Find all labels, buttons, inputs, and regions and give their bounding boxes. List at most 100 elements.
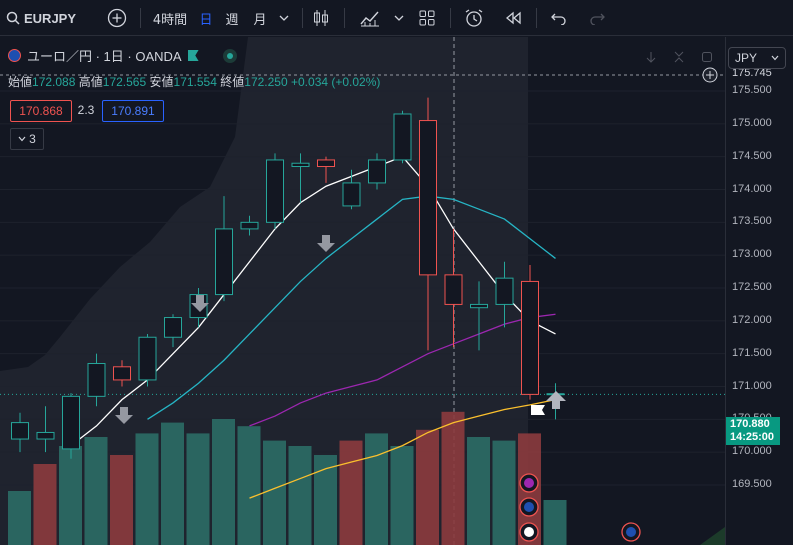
candle-body xyxy=(393,113,412,161)
last-price-label: 170.880 14:25:00 xyxy=(726,417,780,445)
candle-body xyxy=(62,395,80,450)
rewind-icon xyxy=(505,11,521,25)
volume-bar xyxy=(390,446,414,545)
buy-price-button[interactable]: 170.891 xyxy=(102,100,164,122)
volume-bar xyxy=(84,437,108,545)
interval-4h[interactable]: 4時間 xyxy=(150,0,190,36)
candle-body xyxy=(11,422,29,440)
candle-body xyxy=(164,317,182,338)
candle-body xyxy=(521,280,539,395)
candle-body xyxy=(266,159,284,223)
redo-icon xyxy=(590,13,605,25)
volume-bar xyxy=(161,422,184,545)
indicators-icon xyxy=(360,11,379,27)
symbol-name: EURJPY xyxy=(24,10,77,26)
volume-bar xyxy=(59,446,82,545)
low-label: 安値 xyxy=(149,75,174,89)
maximize-pane-button[interactable] xyxy=(700,50,714,64)
price-tick-label: 170.000 xyxy=(732,445,772,458)
volume-bar xyxy=(186,433,210,545)
candle-body xyxy=(470,303,488,309)
arrow-down-icon xyxy=(646,52,656,63)
add-price-button[interactable] xyxy=(701,66,719,84)
chevron-down-icon xyxy=(18,136,26,142)
interval-week[interactable]: 週 xyxy=(222,0,242,36)
change-value: +0.034 (+0.02%) xyxy=(291,75,381,89)
open-value: 172.088 xyxy=(32,75,76,89)
close-value: 172.250 xyxy=(244,75,288,89)
price-tick-label: 175.000 xyxy=(732,116,772,129)
toolbar-divider xyxy=(450,8,451,28)
redo-button[interactable] xyxy=(586,0,608,36)
scroll-down-button[interactable] xyxy=(644,50,658,64)
chevron-down-icon xyxy=(394,15,404,21)
candle-body xyxy=(495,277,514,305)
candle-body xyxy=(444,274,463,305)
volume-bar xyxy=(441,411,465,545)
indicators-collapse-button[interactable]: 3 xyxy=(10,128,44,150)
toolbar-divider xyxy=(140,8,141,28)
volume-bar xyxy=(212,419,235,545)
interval-dropdown[interactable] xyxy=(276,0,292,36)
chevron-down-icon xyxy=(771,55,779,61)
toolbar-divider xyxy=(536,8,537,28)
price-tick-label: 174.500 xyxy=(732,149,772,162)
volume-bar xyxy=(416,429,439,545)
high-label: 高値 xyxy=(78,75,103,89)
candle-body xyxy=(215,228,233,296)
interval-month[interactable]: 月 xyxy=(250,0,270,36)
candle-body xyxy=(419,120,437,276)
volume-bar xyxy=(339,440,363,545)
candle-body xyxy=(342,182,361,207)
toolbar-divider xyxy=(344,8,345,28)
lightning-icon-center xyxy=(524,478,534,488)
candle-body xyxy=(317,159,335,168)
currency-selector[interactable]: JPY xyxy=(728,47,786,69)
symbol-search[interactable]: EURJPY xyxy=(6,0,82,36)
price-tick-label: 174.000 xyxy=(732,182,772,195)
candle-body xyxy=(87,363,106,397)
candle-body xyxy=(36,431,55,440)
eu-event-icon-center xyxy=(626,527,636,537)
price-tick-label: 172.500 xyxy=(732,281,772,293)
volume-bar xyxy=(33,464,57,545)
layout-button[interactable] xyxy=(416,0,438,36)
undo-button[interactable] xyxy=(548,0,570,36)
volume-bar xyxy=(288,446,312,545)
candle-body xyxy=(113,366,131,381)
chart-legend-header: ユーロ／円 · 1日 · OANDA xyxy=(8,46,237,65)
indicators-button[interactable] xyxy=(358,0,382,36)
replay-button[interactable] xyxy=(502,0,524,36)
collapse-pane-button[interactable] xyxy=(672,50,686,64)
price-tick-label: 171.500 xyxy=(732,346,772,359)
indicators-dropdown[interactable] xyxy=(392,0,406,36)
price-axis[interactable]: JPY 175.500 175.000 174.500 174.000 173.500 1… xyxy=(725,37,793,545)
compare-button[interactable] xyxy=(106,0,128,36)
jp-event-icon-center xyxy=(524,527,534,537)
spread-value: 2.3 xyxy=(77,103,95,117)
top-price-label: 175.745 xyxy=(732,69,772,79)
sell-price-button[interactable]: 170.868 xyxy=(10,100,72,122)
currency-label: JPY xyxy=(735,51,758,65)
volume-bar xyxy=(543,500,567,545)
ohlc-legend: 始値172.088 高値172.565 安値171.554 終値172.250 … xyxy=(8,73,380,90)
last-price-value: 170.880 xyxy=(730,418,770,430)
volume-bar xyxy=(492,440,516,545)
candle-body xyxy=(138,336,157,381)
chart-type-button[interactable] xyxy=(310,0,332,36)
volume-bar xyxy=(263,440,286,545)
volume-bar xyxy=(237,426,261,545)
symbol-title: ユーロ／円 · 1日 · OANDA xyxy=(27,49,182,64)
interval-day[interactable]: 日 xyxy=(196,0,216,36)
candles-icon xyxy=(314,10,328,26)
candle-body xyxy=(240,221,259,230)
volume-bar xyxy=(467,437,490,545)
market-status-dot[interactable] xyxy=(222,48,237,63)
alert-button[interactable] xyxy=(462,0,486,36)
add-circle-icon xyxy=(107,8,127,28)
undo-icon xyxy=(551,13,566,25)
eu-flag-icon xyxy=(8,49,21,62)
bar-countdown: 14:25:00 xyxy=(730,431,775,443)
price-tick-label: 172.000 xyxy=(732,313,772,326)
price-tick-label: 175.500 xyxy=(732,84,772,96)
